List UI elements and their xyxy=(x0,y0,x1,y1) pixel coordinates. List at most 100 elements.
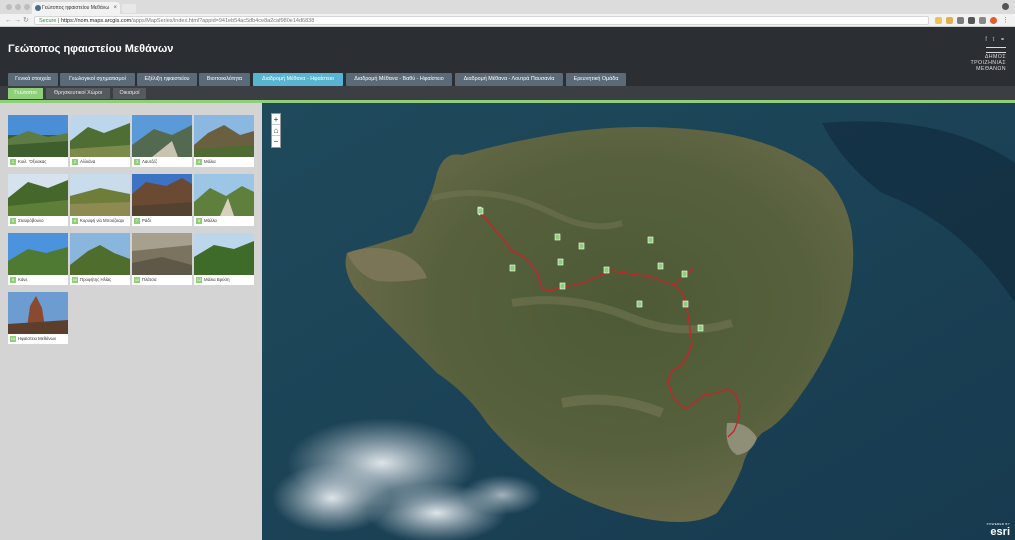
place-card[interactable]: 12 Μάλια Βρύση xyxy=(194,233,254,285)
opera-extension-icon[interactable] xyxy=(990,17,997,24)
place-caption: Κοιλ. 'Οξυακας xyxy=(18,159,47,164)
bookmark-star-icon[interactable] xyxy=(935,17,942,24)
favicon-icon xyxy=(35,5,41,11)
browser-tab[interactable]: Γεώτοπος ηφαιστείου Μεθάνω × xyxy=(32,2,120,14)
place-caption: Μάλλα xyxy=(204,218,217,223)
subtab-settlements[interactable]: Οικισμοί xyxy=(113,88,146,99)
place-caption: Πλάτσα xyxy=(142,277,157,282)
place-photo xyxy=(8,174,68,216)
place-photo xyxy=(194,174,254,216)
tab-general-info[interactable]: Γενικά στοιχεία xyxy=(8,73,58,86)
subtab-religious-sites[interactable]: Θρησκευτικοί Χώροι xyxy=(46,88,110,99)
extension-icon[interactable] xyxy=(946,17,953,24)
tab-volcano-evolution[interactable]: Εξέλιξη ηφαιστείου xyxy=(137,73,197,86)
map-imagery xyxy=(262,103,1015,540)
place-photo xyxy=(8,292,68,334)
map-zoom-controls: + ⌂ − xyxy=(271,113,281,148)
place-card[interactable]: 13 Ηφαίστειο Μεθάνων xyxy=(8,292,68,344)
place-photo xyxy=(70,233,130,275)
place-caption: Ηφαίστειο Μεθάνων xyxy=(18,336,57,341)
extension-icon[interactable] xyxy=(979,17,986,24)
place-caption: Λαυτζέζ xyxy=(142,159,158,164)
tab-route-methana-volcano[interactable]: Διαδρομή Μέθανα - Ηφαίστειο xyxy=(253,73,343,86)
place-card[interactable]: 10 Προφήτης Ηλίας xyxy=(70,233,130,285)
place-photo xyxy=(70,115,130,157)
places-panel: 1 Κοιλ. 'Οξυακας 2 Αλλιάνα 3 Λαυτζέζ 4 Μ… xyxy=(0,103,262,540)
zoom-in-button[interactable]: + xyxy=(272,114,280,125)
place-number: 6 xyxy=(72,218,78,224)
logo-mark-icon xyxy=(986,47,1006,53)
place-card[interactable]: 5 Σταυρόβουνο xyxy=(8,174,68,226)
place-number: 12 xyxy=(196,277,202,283)
place-card[interactable]: 4 Μάλια xyxy=(194,115,254,167)
place-card[interactable]: 7 Ράδι xyxy=(132,174,192,226)
sub-tab-bar: Γεώτοποι Θρησκευτικοί Χώροι Οικισμοί xyxy=(0,86,1015,100)
place-number: 4 xyxy=(196,159,202,165)
secure-label: Secure xyxy=(39,18,57,24)
tab-research-team[interactable]: Ερευνητική Ομάδα xyxy=(566,73,626,86)
reload-icon[interactable]: ↻ xyxy=(23,16,29,25)
place-card[interactable]: 2 Αλλιάνα xyxy=(70,115,130,167)
place-card[interactable]: 8 Μάλλα xyxy=(194,174,254,226)
place-number: 1 xyxy=(10,159,16,165)
place-photo xyxy=(8,233,68,275)
extension-icon[interactable] xyxy=(968,17,975,24)
place-caption: Σταυρόβουνο xyxy=(18,218,44,223)
place-caption: Μάλια Βρύση xyxy=(204,277,230,282)
place-photo xyxy=(132,174,192,216)
back-arrow-icon[interactable]: ← xyxy=(5,16,12,25)
social-share-icons[interactable]: f t ⚭ xyxy=(985,36,1007,43)
new-tab-button[interactable] xyxy=(122,4,136,13)
home-button[interactable]: ⌂ xyxy=(272,125,280,136)
close-window-icon[interactable] xyxy=(6,4,12,10)
place-number: 3 xyxy=(134,159,140,165)
url-path: /apps/MapSeries/index.html?appid=941eb54… xyxy=(131,18,315,24)
subtab-geotopes[interactable]: Γεώτοποι xyxy=(8,88,43,99)
place-number: 2 xyxy=(72,159,78,165)
place-number: 5 xyxy=(10,218,16,224)
esri-logo[interactable]: POWERED BY esri xyxy=(987,520,1010,538)
place-number: 10 xyxy=(72,277,78,283)
profile-icon[interactable] xyxy=(1002,3,1009,10)
url-host: https://nom.maps.arcgis.com xyxy=(60,18,132,24)
place-number: 9 xyxy=(10,277,16,283)
place-card[interactable]: 6 Κορυφή νίο Μπούζκαρι xyxy=(70,174,130,226)
address-bar: ← → ↻ Secure | https://nom.maps.arcgis.c… xyxy=(0,14,1015,27)
url-field[interactable]: Secure | https://nom.maps.arcgis.com/app… xyxy=(34,16,929,25)
minimize-window-icon[interactable] xyxy=(15,4,21,10)
place-caption: Κορυφή νίο Μπούζκαρι xyxy=(80,218,125,223)
place-number: 13 xyxy=(10,336,16,342)
menu-icon[interactable]: ⋮ xyxy=(1002,17,1009,24)
place-photo xyxy=(132,233,192,275)
place-card[interactable]: 3 Λαυτζέζ xyxy=(132,115,192,167)
forward-arrow-icon[interactable]: → xyxy=(14,16,21,25)
place-photo xyxy=(8,115,68,157)
place-card[interactable]: 1 Κοιλ. 'Οξυακας xyxy=(8,115,68,167)
place-caption: Μάλια xyxy=(204,159,216,164)
place-caption: Προφήτης Ηλίας xyxy=(80,277,112,282)
satellite-map[interactable]: + ⌂ − POWERED BY esri xyxy=(262,103,1015,540)
place-photo xyxy=(132,115,192,157)
maximize-window-icon[interactable] xyxy=(24,4,30,10)
place-caption: Ράδι xyxy=(142,218,151,223)
tab-geological-formations[interactable]: Γεωλογικοί σχηματισμοί xyxy=(60,73,135,86)
tab-biodiversity[interactable]: Βιοποικιλότητα xyxy=(199,73,250,86)
zoom-out-button[interactable]: − xyxy=(272,136,280,147)
place-photo xyxy=(194,233,254,275)
place-number: 7 xyxy=(134,218,140,224)
tab-route-methana-vathy-volcano[interactable]: Διαδρομή Μέθανα - Βαθύ - Ηφαίστειο xyxy=(346,73,452,86)
browser-tab-bar: Γεώτοπος ηφαιστείου Μεθάνω × xyxy=(0,0,1015,14)
place-caption: Αλλιάνα xyxy=(80,159,96,164)
place-card[interactable]: 11 Πλάτσα xyxy=(132,233,192,285)
municipality-logo: ΔΗΜΟΣ ΤΡΟΙΖΗΝΙΑΣ ΜΕΘΑΝΩΝ xyxy=(956,47,1006,73)
tab-route-methana-loutra[interactable]: Διαδρομή Μέθανα - Λουτρά Παυσανία xyxy=(455,73,563,86)
place-number: 8 xyxy=(196,218,202,224)
place-caption: Κάνε xyxy=(18,277,28,282)
close-tab-icon[interactable]: × xyxy=(113,2,117,14)
place-photo xyxy=(70,174,130,216)
browser-tab-title: Γεώτοπος ηφαιστείου Μεθάνω xyxy=(42,5,110,11)
place-card[interactable]: 9 Κάνε xyxy=(8,233,68,285)
place-number: 11 xyxy=(134,277,140,283)
extension-icon[interactable] xyxy=(957,17,964,24)
place-photo xyxy=(194,115,254,157)
